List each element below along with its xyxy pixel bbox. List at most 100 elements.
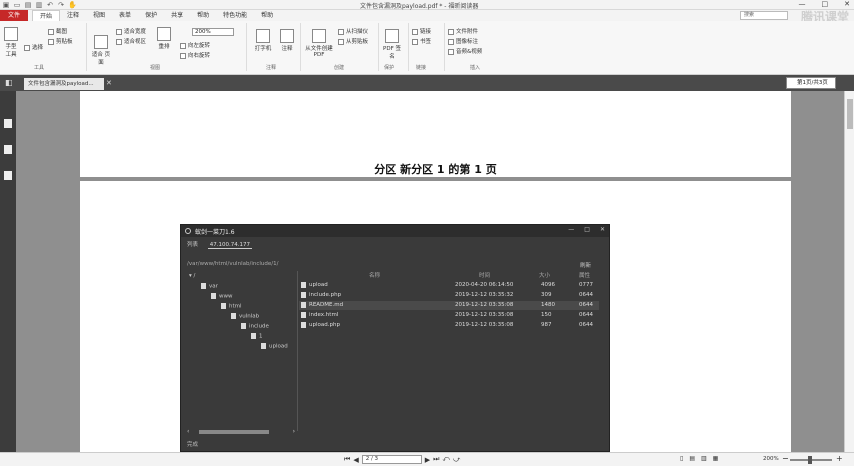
tree-node: www: [211, 293, 233, 300]
fit-visible-button[interactable]: 适合视区: [116, 37, 146, 45]
typewriter-icon: [256, 29, 270, 43]
snapshot-button[interactable]: 截图: [48, 27, 67, 35]
undo-icon[interactable]: ↶: [46, 1, 54, 9]
tree-node-label: vulnlab: [239, 313, 260, 320]
file-icon: [301, 322, 306, 328]
create-pdf-icon: [312, 29, 326, 43]
continuous-icon[interactable]: ▤: [689, 455, 695, 462]
file-icon: [301, 302, 306, 308]
rotate-left-label: 向左旋转: [188, 43, 211, 49]
hand-icon[interactable]: ✋: [68, 1, 77, 9]
bookmark-icon: [412, 38, 418, 45]
folder-icon: [211, 293, 216, 299]
app-toolbar: 列表 47.100.74.177: [187, 240, 253, 249]
app-minimize-icon: —: [568, 226, 575, 233]
current-path: /var/www/html/vulnlab/include/1/: [187, 261, 279, 267]
file-name: upload: [309, 282, 328, 288]
folder-icon: [241, 323, 246, 329]
reflow-button[interactable]: 重排: [156, 27, 172, 50]
link-icon: [412, 28, 418, 35]
next-page-icon[interactable]: ▶: [425, 456, 430, 464]
single-page-icon[interactable]: ▯: [680, 455, 683, 462]
tree-node: upload: [261, 343, 288, 350]
app-logo-icon: [185, 228, 191, 234]
pages-icon[interactable]: [4, 119, 12, 128]
document-tab[interactable]: 文件包含漏洞及payload...: [24, 78, 104, 90]
vertical-scrollbar[interactable]: [844, 91, 854, 452]
tree-node: var: [201, 283, 218, 290]
link-button[interactable]: 链接: [412, 27, 431, 35]
column-header-size: 大小: [539, 273, 551, 279]
file-name: upload.php: [309, 322, 340, 328]
tree-node: include: [241, 323, 269, 330]
pen-icon: [385, 29, 399, 43]
page-number-input[interactable]: 2 / 3: [361, 455, 422, 464]
prev-page-icon[interactable]: ◀: [353, 456, 358, 464]
facing-icon[interactable]: ▥: [701, 455, 707, 462]
file-tab[interactable]: 文件: [0, 10, 28, 21]
zoom-select[interactable]: 200%: [192, 28, 234, 36]
zoom-out-icon[interactable]: −: [782, 454, 789, 463]
annotate-button[interactable]: 注释: [278, 29, 296, 52]
pdf-page-1: 分区 新分区 1 的第 1 页: [80, 91, 791, 177]
select-label: 选择: [32, 45, 44, 51]
tree-node: vulnlab: [231, 313, 259, 320]
create-pdf-label: 从文件创建PDF: [305, 46, 333, 58]
zoom-in-icon[interactable]: +: [836, 454, 843, 463]
pdf-sign-label: PDF 签名: [383, 46, 401, 60]
rotate-left-icon: [180, 42, 186, 49]
scroll-thumb[interactable]: [847, 99, 853, 129]
group-insert-label: 插入: [470, 65, 481, 71]
rotate-left-button[interactable]: 向左旋转: [180, 41, 210, 49]
last-page-icon[interactable]: ⏭: [433, 455, 439, 464]
back-view-icon[interactable]: ⤺: [442, 455, 449, 464]
from-scanner-button[interactable]: 从扫描仪: [338, 27, 368, 35]
search-input[interactable]: 搜索: [740, 11, 788, 20]
continuous-facing-icon[interactable]: ▦: [713, 455, 719, 462]
redo-icon[interactable]: ↷: [57, 1, 65, 9]
status-bar: ⏮ ◀ 2 / 3 ▶ ⏭ ⤺ ⤻ ▯ ▤ ▥ ▦ 200% − +: [0, 452, 854, 466]
panel-toggle-icon[interactable]: ◧: [5, 78, 13, 87]
select-button[interactable]: 选择: [24, 43, 43, 51]
bookmark-button[interactable]: 书签: [412, 37, 431, 45]
audio-video-button[interactable]: 音频&视频: [448, 47, 482, 55]
hand-tool-button[interactable]: 手型 工具: [2, 27, 20, 58]
attachments-icon[interactable]: [4, 171, 12, 180]
rotate-right-button[interactable]: 向右旋转: [180, 51, 210, 59]
file-size: 1480: [541, 302, 555, 308]
file-attachment-button[interactable]: 文件附件: [448, 27, 478, 35]
save-icon[interactable]: ▤: [24, 1, 32, 9]
pdf-sign-button[interactable]: PDF 签名: [382, 29, 402, 60]
page-heading: 分区 新分区 1 的第 1 页: [374, 163, 497, 176]
page-navigator-tab[interactable]: 第1页/共3页: [786, 77, 836, 89]
forward-view-icon[interactable]: ⤻: [453, 455, 460, 464]
fit-page-button[interactable]: 适合 页面: [90, 35, 112, 66]
print-icon[interactable]: ▥: [35, 1, 43, 9]
tree-divider: [297, 271, 298, 431]
image-icon: [448, 38, 454, 45]
file-size: 150: [541, 312, 552, 318]
image-annotation-label: 图像标注: [456, 39, 479, 45]
file-name: index.html: [309, 312, 339, 318]
create-pdf-button[interactable]: 从文件创建PDF: [304, 29, 334, 58]
clipboard-button[interactable]: 剪贴板: [48, 37, 73, 45]
left-sidebar: [0, 91, 16, 452]
close-tab-icon[interactable]: ✕: [106, 79, 112, 87]
open-icon[interactable]: ▭: [13, 1, 21, 9]
from-clipboard-button[interactable]: 从剪贴板: [338, 37, 368, 45]
tree-node-label: upload: [269, 343, 288, 350]
zoom-level[interactable]: 200%: [763, 456, 779, 462]
file-attr: 0644: [579, 322, 593, 328]
fit-visible-icon: [116, 38, 122, 45]
fit-width-icon: [116, 28, 122, 35]
file-row: upload.php 2019-12-12 03:35:08 987 0644: [299, 321, 599, 330]
tree-node-label: /: [193, 273, 196, 279]
first-page-icon[interactable]: ⏮: [344, 455, 350, 464]
fit-width-button[interactable]: 适合宽度: [116, 27, 146, 35]
typewriter-button[interactable]: 打字机: [252, 29, 274, 52]
tree-node: html: [221, 303, 242, 310]
zoom-slider-knob[interactable]: [808, 456, 812, 464]
bookmark-label: 书签: [420, 39, 432, 45]
image-annotation-button[interactable]: 图像标注: [448, 37, 478, 45]
bookmarks-icon[interactable]: [4, 145, 12, 154]
